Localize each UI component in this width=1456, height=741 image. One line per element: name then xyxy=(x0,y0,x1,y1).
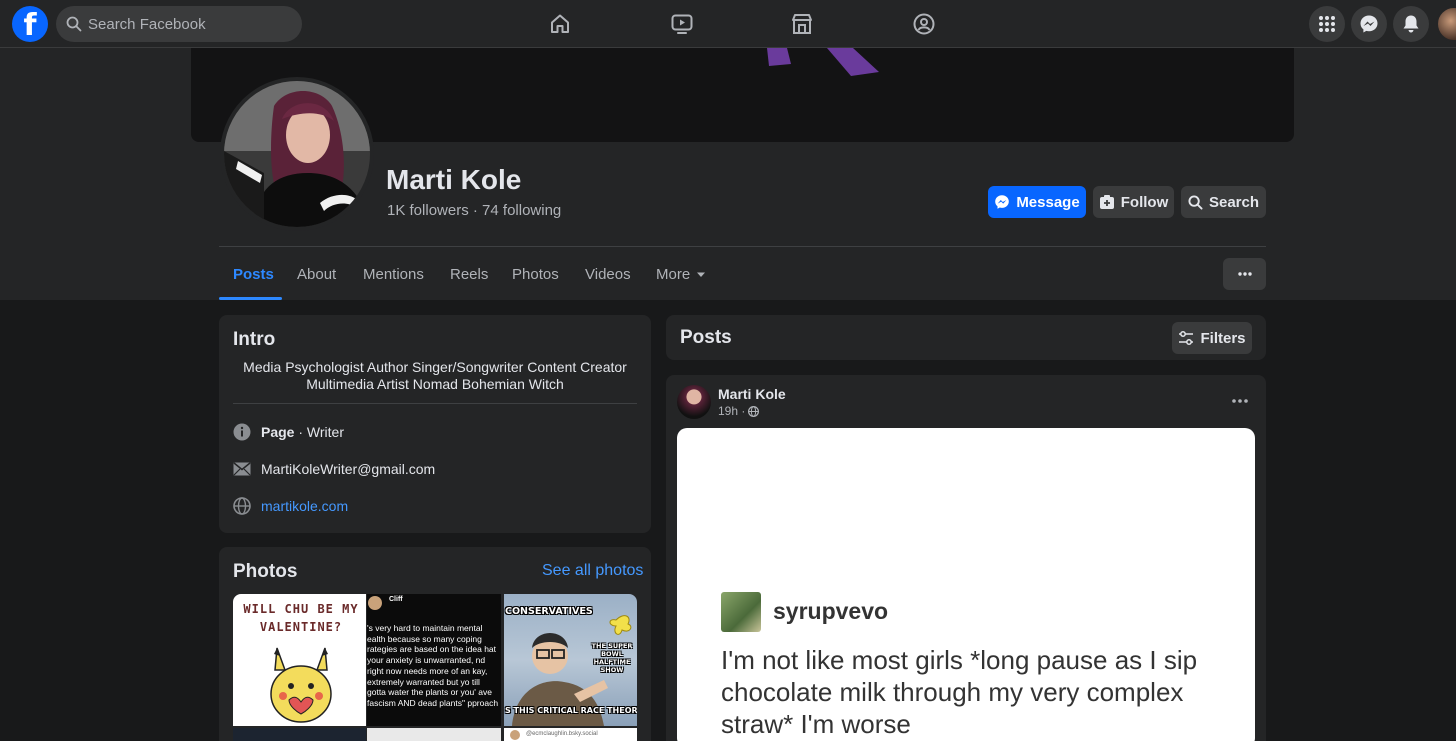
meme-top-text: CONSERVATIVES xyxy=(505,606,593,617)
tab-mentions[interactable]: Mentions xyxy=(363,266,424,283)
photo-thumbnail[interactable]: WILL CHU BE MY VALENTINE? xyxy=(233,594,366,726)
email-address[interactable]: MartiKoleWriter@gmail.com xyxy=(261,461,435,477)
marketplace-icon[interactable] xyxy=(790,12,814,36)
bio-line: Multimedia Artist Nomad Bohemian Witch xyxy=(306,376,564,392)
intro-website: martikole.com xyxy=(233,497,348,515)
tumblr-post-text: I'm not like most girls *long pause as I… xyxy=(721,645,1198,739)
messenger-icon xyxy=(995,195,1010,209)
profile-search-button[interactable]: Search xyxy=(1181,186,1266,218)
posts-title: Posts xyxy=(680,327,732,348)
profile-more-options-button[interactable] xyxy=(1223,258,1266,290)
message-button-label: Message xyxy=(1016,193,1080,211)
top-navigation-bar: f xyxy=(0,0,1456,48)
photo-thumbnail[interactable] xyxy=(233,728,366,741)
account-avatar[interactable] xyxy=(1436,6,1456,42)
more-dots-icon xyxy=(1237,272,1252,276)
post-author-avatar[interactable] xyxy=(677,385,711,419)
search-icon xyxy=(66,16,82,32)
meme-bottom-text: S THIS CRITICAL RACE THEORY? xyxy=(505,706,637,715)
see-all-photos-link[interactable]: See all photos xyxy=(542,562,643,580)
search-button-label: Search xyxy=(1208,193,1260,211)
video-icon[interactable] xyxy=(670,12,694,36)
search-input[interactable] xyxy=(88,15,288,33)
intro-page-category: Page · Writer xyxy=(233,423,344,441)
search-icon xyxy=(1188,194,1203,210)
post-author-name[interactable]: Marti Kole xyxy=(718,386,786,402)
page-label: Page xyxy=(261,424,295,440)
header-divider xyxy=(219,246,1266,247)
filters-label: Filters xyxy=(1200,329,1246,347)
follow-button[interactable]: Follow xyxy=(1093,186,1174,218)
photos-title: Photos xyxy=(233,561,298,582)
globe-icon xyxy=(748,405,760,417)
tab-photos[interactable]: Photos xyxy=(512,266,559,283)
tab-reels[interactable]: Reels xyxy=(450,266,488,283)
follow-button-label: Follow xyxy=(1120,193,1169,211)
home-icon[interactable] xyxy=(548,12,572,36)
tumblr-username: syrupvevo xyxy=(773,598,889,624)
profile-photo-art xyxy=(224,81,370,227)
search-bar[interactable] xyxy=(56,6,302,42)
intro-title: Intro xyxy=(233,329,276,350)
tab-videos[interactable]: Videos xyxy=(585,266,631,283)
tab-more-label: More xyxy=(656,266,691,283)
filters-icon xyxy=(1179,331,1194,345)
photo-thumbnail[interactable]: CONSERVATIVES THE SUPER BOWL HALFTIME SH… xyxy=(504,594,637,726)
following-count[interactable]: 74 following xyxy=(482,202,561,219)
follow-icon xyxy=(1099,195,1114,209)
facebook-profile-page: f Search Facebook Marti Kole 1K follower… xyxy=(0,0,1456,741)
intro-email: MartiKoleWriter@gmail.com xyxy=(233,460,435,478)
post-options-button[interactable] xyxy=(1229,394,1251,408)
messenger-icon[interactable] xyxy=(1351,6,1387,42)
intro-bio: Media Psychologist Author Singer/Songwri… xyxy=(219,359,651,393)
profile-name: Marti Kole xyxy=(386,164,522,195)
page-category: · Writer xyxy=(294,424,344,440)
profile-picture[interactable] xyxy=(220,77,374,231)
post-image[interactable]: syrupvevo I'm not like most girls *long … xyxy=(677,428,1255,741)
photo-caption: WILL CHU BE MY VALENTINE? xyxy=(243,602,359,634)
tumblr-avatar xyxy=(721,592,761,632)
meme-mid-text: THE SUPER BOWL HALFTIME SHOW xyxy=(591,642,633,674)
photo-thumbnail[interactable]: Cliff 's very hard to maintain mental ea… xyxy=(367,594,501,726)
stats-separator: · xyxy=(468,202,483,219)
active-tab-indicator xyxy=(219,297,282,300)
intro-divider xyxy=(233,403,637,404)
photo-thumbnail[interactable]: @ecmclaughlin.bsky.social xyxy=(504,728,637,741)
posts-header-card: Posts Filters xyxy=(666,315,1266,360)
more-dots-icon xyxy=(1232,399,1248,403)
tab-more[interactable]: More xyxy=(656,266,706,283)
message-button[interactable]: Message xyxy=(988,186,1086,218)
filters-button[interactable]: Filters xyxy=(1172,322,1252,354)
tweet-text: 's very hard to maintain mental ealth be… xyxy=(367,623,499,708)
website-link[interactable]: martikole.com xyxy=(261,498,348,514)
globe-icon xyxy=(233,497,251,515)
tweet-handle: @ecmclaughlin.bsky.social xyxy=(526,731,598,737)
bio-line: Media Psychologist Author Singer/Songwri… xyxy=(243,359,627,375)
intro-card: Intro Media Psychologist Author Singer/S… xyxy=(219,315,651,533)
tweet-author: Cliff xyxy=(389,596,403,603)
tab-posts[interactable]: Posts xyxy=(233,266,274,283)
followers-count[interactable]: 1K followers xyxy=(387,202,469,219)
notifications-icon[interactable] xyxy=(1393,6,1429,42)
tab-about[interactable]: About xyxy=(297,266,336,283)
post-timestamp: 19h · xyxy=(718,404,760,418)
tweet-avatar xyxy=(510,730,520,740)
groups-icon[interactable] xyxy=(912,12,936,36)
tweet-avatar xyxy=(368,596,382,610)
facebook-logo[interactable]: f xyxy=(12,6,48,42)
photo-thumbnail[interactable] xyxy=(367,728,501,741)
email-icon xyxy=(233,460,251,478)
follow-stats: 1K followers · 74 following xyxy=(387,202,561,219)
info-icon xyxy=(233,423,251,441)
caret-down-icon xyxy=(697,272,706,277)
post-time-text[interactable]: 19h · xyxy=(718,404,745,418)
pikachu-drawing xyxy=(270,647,332,723)
menu-grid-icon[interactable] xyxy=(1309,6,1345,42)
